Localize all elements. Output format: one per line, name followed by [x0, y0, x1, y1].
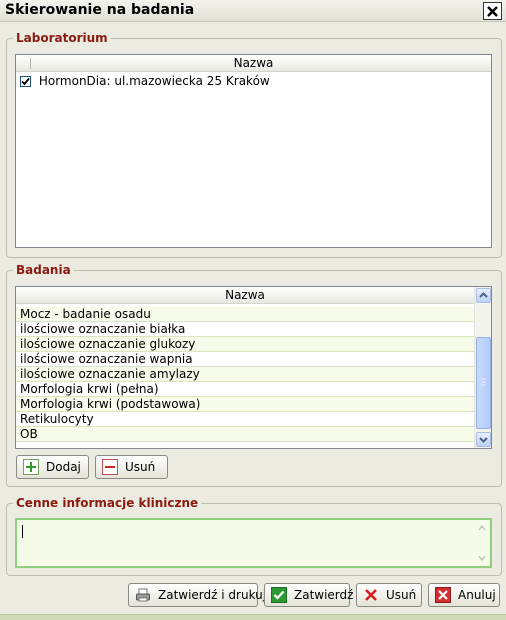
list-item-label: ilościowe oznaczanie białka	[20, 322, 186, 336]
cancel-button[interactable]: Anuluj	[428, 583, 500, 607]
cancel-icon	[435, 587, 451, 603]
scroll-up-arrow-icon	[478, 524, 486, 531]
check-icon	[271, 587, 287, 603]
badania-scrollbar[interactable]	[474, 287, 491, 448]
grip-icon	[481, 378, 486, 386]
list-item-label: ilościowe oznaczanie amylazy	[20, 367, 200, 381]
bottom-status-strip	[0, 614, 506, 620]
list-item-label: Morfologia krwi (pełna)	[20, 382, 159, 396]
laboratorium-legend: Laboratorium	[16, 31, 108, 45]
list-item[interactable]: OB	[16, 427, 474, 442]
confirm-print-label: Zatwierdź i drukuj	[158, 588, 267, 602]
remove-test-button-label: Usuń	[125, 460, 156, 474]
title-bar: Skierowanie na badania	[0, 0, 506, 22]
laboratorium-row-label: HormonDia: ul.mazowiecka 25 Kraków	[38, 74, 270, 88]
list-item[interactable]: ilościowe oznaczanie białka	[16, 322, 474, 337]
close-button[interactable]	[483, 2, 502, 20]
badania-legend: Badania	[16, 263, 71, 277]
list-item[interactable]: Mocz - badanie osadu	[16, 307, 474, 322]
plus-icon	[23, 459, 39, 475]
list-item-label: ilościowe oznaczanie wapnia	[20, 352, 193, 366]
add-button-label: Dodaj	[46, 460, 81, 474]
list-item-label: OB	[20, 427, 38, 441]
confirm-button[interactable]: Zatwierdź	[264, 583, 354, 607]
list-item[interactable]: Morfologia krwi (podstawowa)	[16, 397, 474, 412]
list-item[interactable]: ilościowe oznaczanie amylazy	[16, 367, 474, 382]
scroll-down-button[interactable]	[476, 432, 491, 447]
laboratorium-table: Nazwa HormonDia: ul.mazowiecka 25 Kraków	[15, 54, 492, 248]
window-title: Skierowanie na badania	[5, 2, 195, 18]
remove-button[interactable]: Usuń	[356, 583, 422, 607]
chevron-up-icon	[479, 292, 488, 298]
x-icon	[365, 589, 377, 601]
list-item[interactable]: ilościowe oznaczanie glukozy	[16, 337, 474, 352]
confirm-label: Zatwierdź	[294, 588, 354, 602]
remove-label: Usuń	[386, 588, 417, 602]
column-header-label: Nazwa	[225, 288, 265, 302]
list-item-label: Mocz - badanie osadu	[20, 307, 151, 321]
laboratorium-row[interactable]: HormonDia: ul.mazowiecka 25 Kraków	[16, 74, 270, 89]
printer-icon	[136, 588, 150, 602]
laboratorium-checkbox[interactable]	[20, 76, 31, 87]
badania-table: Nazwa Mocz - badanie osadu ilościowe ozn…	[15, 286, 492, 449]
list-item-label: ilościowe oznaczanie glukozy	[20, 337, 196, 351]
minus-icon	[102, 459, 118, 475]
checkmark-icon	[21, 77, 30, 86]
remove-test-button[interactable]: Usuń	[95, 455, 168, 479]
chevron-down-icon	[479, 437, 488, 443]
laboratorium-column-header[interactable]: Nazwa	[16, 55, 491, 72]
list-item-label: Retikulocyty	[20, 412, 94, 426]
list-item[interactable]: Morfologia krwi (pełna)	[16, 382, 474, 397]
list-item-label: Morfologia krwi (podstawowa)	[20, 397, 201, 411]
close-icon	[487, 5, 498, 17]
scroll-up-button[interactable]	[476, 288, 491, 303]
list-item[interactable]: ilościowe oznaczanie wapnia	[16, 352, 474, 367]
cancel-label: Anuluj	[458, 588, 496, 602]
column-header-label: Nazwa	[233, 56, 274, 70]
badania-column-header[interactable]: Nazwa	[16, 287, 474, 304]
clinical-info-legend: Cenne informacje kliniczne	[16, 496, 199, 510]
scroll-thumb[interactable]	[476, 337, 491, 429]
text-caret	[22, 525, 23, 538]
clinical-info-textarea[interactable]	[15, 518, 492, 568]
list-item[interactable]: Retikulocyty	[16, 412, 474, 427]
confirm-print-button[interactable]: Zatwierdź i drukuj	[128, 583, 266, 607]
scroll-down-arrow-icon	[478, 555, 486, 562]
add-button[interactable]: Dodaj	[16, 455, 89, 479]
